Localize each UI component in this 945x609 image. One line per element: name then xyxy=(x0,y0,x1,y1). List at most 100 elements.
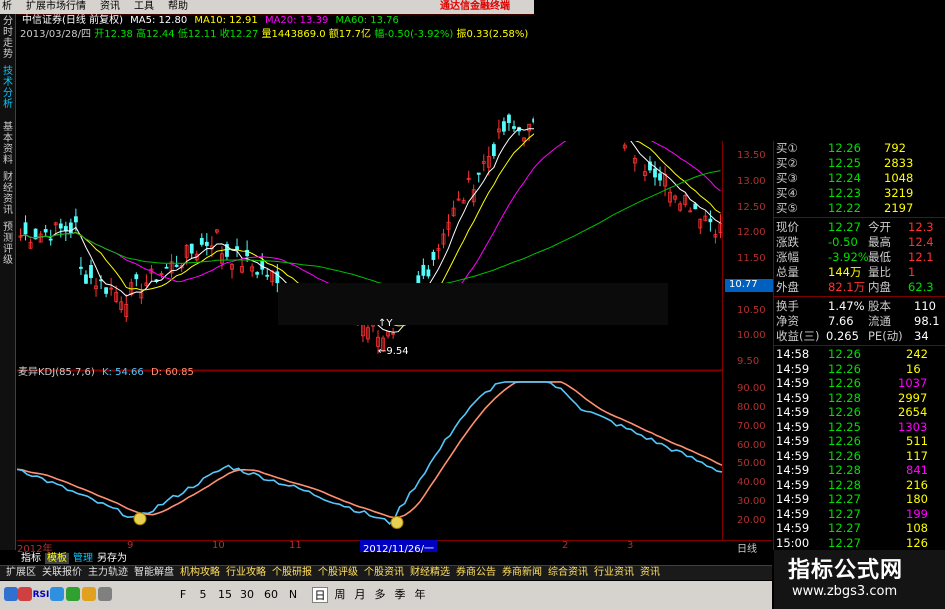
kdj-k-line xyxy=(17,381,722,525)
bar-change: 幅-0.50(-3.92%) xyxy=(374,29,454,40)
candle xyxy=(698,218,703,235)
bar-high: 高12.44 xyxy=(136,29,175,40)
indicator-tab-1[interactable]: 模板 xyxy=(45,553,69,564)
func-tab-7[interactable]: 个股评级 xyxy=(318,567,358,578)
price-tick: 12.00 xyxy=(737,227,766,239)
indicator-tab-2[interactable]: 管理 xyxy=(73,553,93,564)
tick-volume: 199 xyxy=(906,506,928,521)
toolbar-button-7[interactable]: 日 xyxy=(312,587,328,603)
toolbar-button-2[interactable]: 5 xyxy=(196,587,210,603)
left-tab-4[interactable]: 预测评级 xyxy=(0,222,16,268)
bar-low: 低12.11 xyxy=(177,29,217,40)
toolbar-button-3[interactable]: 15 xyxy=(216,587,234,603)
func-tab-0[interactable]: 扩展区 xyxy=(6,567,36,578)
tick-row: 14:59 12.28 216 xyxy=(776,478,945,493)
kdj-tick: 90.00 xyxy=(737,383,766,395)
bar-volume: 量1443869.0 xyxy=(261,29,326,40)
tick-time: 14:59 xyxy=(776,448,810,463)
candle xyxy=(149,264,154,283)
tick-price: 12.26 xyxy=(828,448,861,463)
toolbar-tool-icon[interactable] xyxy=(82,587,96,601)
toolbar-button-9[interactable]: 月 xyxy=(352,587,368,603)
menu-item-3[interactable]: 工具 xyxy=(134,1,154,12)
stat-label: 换手 xyxy=(776,299,799,313)
tick-volume: 108 xyxy=(906,521,928,535)
kdj-tick: 40.00 xyxy=(737,477,766,489)
func-tab-13[interactable]: 行业资讯 xyxy=(594,567,634,578)
kdj-tick: 70.00 xyxy=(737,420,766,432)
toolbar-tool-icon[interactable] xyxy=(98,587,112,601)
candle xyxy=(663,166,667,197)
stat-value: 1.47% xyxy=(828,299,865,313)
indicator-tab-3[interactable]: 另存为 xyxy=(97,553,127,564)
stat-value-2: 34 xyxy=(914,329,929,343)
signal-marker-icon xyxy=(133,512,147,526)
toolbar-button-11[interactable]: 季 xyxy=(392,587,408,603)
toolbar-tool-icon[interactable] xyxy=(66,587,80,601)
func-tab-14[interactable]: 资讯 xyxy=(640,567,660,578)
func-tab-6[interactable]: 个股研报 xyxy=(272,567,312,578)
candle xyxy=(164,263,169,269)
toolbar-button-5[interactable]: 60 xyxy=(262,587,280,603)
toolbar-tool-icon[interactable] xyxy=(4,587,18,601)
tick-volume: 1037 xyxy=(898,376,928,390)
ma10-label: MA10: 12.91 xyxy=(194,15,258,26)
toolbar-button-6[interactable]: N xyxy=(286,587,300,603)
menu-item-4[interactable]: 帮助 xyxy=(168,1,188,12)
tick-volume: 117 xyxy=(906,448,928,463)
watermark-url: www.zbgs3.com xyxy=(792,584,898,599)
candle xyxy=(240,260,244,274)
tick-price: 12.26 xyxy=(828,361,861,376)
price-tick: 9.50 xyxy=(737,356,760,367)
func-tab-9[interactable]: 财经精选 xyxy=(410,567,450,578)
func-tab-12[interactable]: 综合资讯 xyxy=(548,567,588,578)
left-tab-2[interactable]: 基本资料 xyxy=(0,122,16,168)
left-tab-3[interactable]: 财经资讯 xyxy=(0,172,16,218)
brand-title: 通达信金融终端 xyxy=(440,1,510,12)
stat-row: 收益(三) 0.265 PE(动) 34 xyxy=(776,329,945,344)
func-tab-10[interactable]: 券商公告 xyxy=(456,567,496,578)
left-tab-1[interactable]: 技术分析 xyxy=(0,66,16,112)
toolbar-button-8[interactable]: 周 xyxy=(332,587,348,603)
bottom-toolbar: RSI F 5 15 30 60 N 日周月多季年 xyxy=(0,581,772,609)
candle xyxy=(678,201,683,212)
candle xyxy=(23,215,28,241)
tick-row: 14:59 12.27 199 xyxy=(776,507,945,522)
signal-marker-icon xyxy=(390,516,404,529)
stat-value-2: 98.1 xyxy=(914,314,940,328)
chart-mode: (日线 前复权) xyxy=(62,15,123,26)
func-tab-3[interactable]: 智能解盘 xyxy=(134,567,174,578)
toolbar-tool-icon[interactable] xyxy=(50,587,64,601)
bid-price: 12.23 xyxy=(828,186,861,200)
menu-item-1[interactable]: 扩展市场行情 xyxy=(26,1,86,12)
left-tab-0[interactable]: 分时走势 xyxy=(0,16,16,62)
date-tick: 10 xyxy=(212,540,225,551)
tick-time: 14:59 xyxy=(776,477,810,492)
toolbar-button-12[interactable]: 年 xyxy=(412,587,428,603)
tick-volume: 242 xyxy=(906,347,928,361)
tick-row: 14:59 12.26 2654 xyxy=(776,405,945,420)
bid-price: 12.26 xyxy=(828,141,861,155)
toolbar-button-4[interactable]: 30 xyxy=(238,587,256,603)
func-tab-2[interactable]: 主力轨迹 xyxy=(88,567,128,578)
menu-item-2[interactable]: 资讯 xyxy=(100,1,120,12)
toolbar-button-0[interactable]: RSI xyxy=(32,587,50,603)
func-tab-1[interactable]: 关联报价 xyxy=(42,567,82,578)
stat-label: 现价 xyxy=(776,220,799,234)
indicator-tab-0[interactable]: 指标 xyxy=(21,553,41,564)
bar-amount: 额17.7亿 xyxy=(328,29,372,40)
func-tab-11[interactable]: 券商新闻 xyxy=(502,567,542,578)
price-tick: 13.00 xyxy=(737,175,766,187)
candle xyxy=(43,224,48,236)
func-tab-4[interactable]: 机构攻略 xyxy=(180,567,220,578)
toolbar-tool-icon[interactable] xyxy=(18,587,32,601)
func-tab-8[interactable]: 个股资讯 xyxy=(364,567,404,578)
chart-header-line1: 中信证券(日线 前复权) MA5: 12.80 MA10: 12.91 MA20… xyxy=(22,14,399,28)
kdj-chart[interactable] xyxy=(17,370,722,540)
candle xyxy=(426,265,431,279)
toolbar-button-10[interactable]: 多 xyxy=(372,587,388,603)
candle xyxy=(28,238,33,250)
toolbar-button-1[interactable]: F xyxy=(176,587,190,603)
func-tab-5[interactable]: 行业攻略 xyxy=(226,567,266,578)
menu-item-0[interactable]: 析 xyxy=(2,1,12,12)
